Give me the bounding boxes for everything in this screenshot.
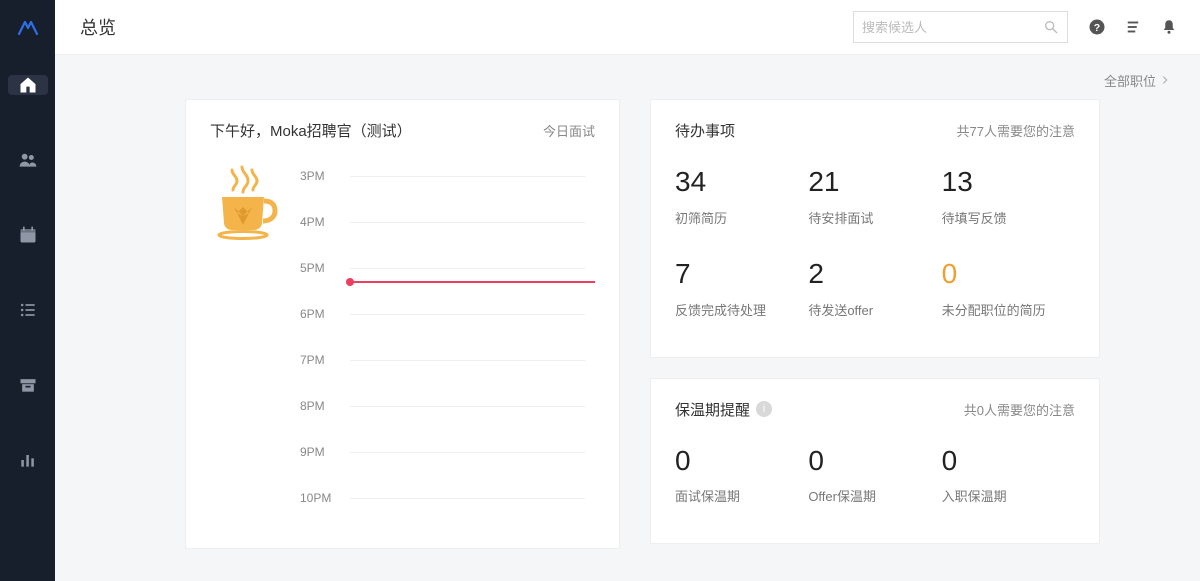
help-icon[interactable]: ?: [1088, 18, 1106, 36]
svg-text:?: ?: [1094, 22, 1100, 34]
time-slot: 3PM: [300, 153, 585, 199]
warm-stat-grid: 0面试保温期 0Offer保温期 0入职保温期: [675, 432, 1075, 524]
info-icon[interactable]: i: [756, 401, 772, 417]
timeline-scroll[interactable]: 3PM 4PM 5PM 6PM 7PM 8PM 9PM 10PM: [210, 153, 595, 523]
left-sidebar: [0, 55, 55, 581]
warm-summary[interactable]: 共0人需要您的注意: [964, 400, 1075, 419]
nav-list[interactable]: [8, 300, 48, 320]
timeline: 3PM 4PM 5PM 6PM 7PM 8PM 9PM 10PM: [300, 153, 585, 521]
coffee-illustration: [210, 165, 280, 240]
time-slot: 4PM: [300, 199, 585, 245]
stat-item[interactable]: 0入职保温期: [942, 432, 1075, 524]
time-slot: 9PM: [300, 429, 585, 475]
stat-item[interactable]: 0未分配职位的简历: [942, 245, 1075, 337]
today-interview-link[interactable]: 今日面试: [543, 121, 595, 140]
search-icon[interactable]: [1043, 19, 1059, 35]
stat-item[interactable]: 13待填写反馈: [942, 153, 1075, 245]
people-icon: [18, 150, 38, 170]
bell-icon[interactable]: [1160, 18, 1178, 36]
time-slot: 10PM: [300, 475, 585, 521]
nav-home[interactable]: [8, 75, 48, 95]
time-slot: 7PM: [300, 337, 585, 383]
top-header: 总览 ?: [0, 0, 1200, 55]
todo-stat-grid: 34初筛简历 21待安排面试 13待填写反馈 7反馈完成待处理 2待发送offe…: [675, 153, 1075, 337]
nav-calendar[interactable]: [8, 225, 48, 245]
home-icon: [18, 75, 38, 95]
greeting-card: 下午好，Moka招聘官（测试） 今日面试 3PM: [185, 99, 620, 549]
nav-people[interactable]: [8, 150, 48, 170]
time-slot: 6PM: [300, 291, 585, 337]
time-slot: 8PM: [300, 383, 585, 429]
main-content: 全部职位 下午好，Moka招聘官（测试） 今日面试: [55, 55, 1200, 581]
coffee-icon: [210, 165, 280, 240]
warm-title: 保温期提醒: [675, 399, 750, 420]
brand-logo[interactable]: [0, 0, 55, 55]
search-box[interactable]: [853, 11, 1068, 43]
stat-item[interactable]: 2待发送offer: [808, 245, 941, 337]
stat-item[interactable]: 0面试保温期: [675, 432, 808, 524]
current-time-line: [350, 281, 595, 283]
stat-item[interactable]: 34初筛简历: [675, 153, 808, 245]
logo-icon: [16, 15, 40, 39]
bar-chart-icon: [18, 450, 38, 470]
stat-item[interactable]: 21待安排面试: [808, 153, 941, 245]
menu-icon[interactable]: [1124, 18, 1142, 36]
header-icon-group: ?: [1088, 18, 1178, 36]
greeting-text: 下午好，Moka招聘官（测试）: [210, 120, 412, 141]
chevron-right-icon: [1160, 75, 1170, 85]
stat-item[interactable]: 7反馈完成待处理: [675, 245, 808, 337]
list-icon: [18, 300, 38, 320]
calendar-icon: [18, 225, 38, 245]
time-slot: 5PM: [300, 245, 585, 291]
page-title: 总览: [80, 14, 116, 40]
warm-card: 保温期提醒 i 共0人需要您的注意 0面试保温期 0Offer保温期 0入职保温…: [650, 378, 1100, 545]
todo-summary[interactable]: 共77人需要您的注意: [957, 121, 1075, 140]
content-toolbar: 全部职位: [185, 69, 1170, 91]
nav-stats[interactable]: [8, 450, 48, 470]
todo-card: 待办事项 共77人需要您的注意 34初筛简历 21待安排面试 13待填写反馈 7…: [650, 99, 1100, 358]
stat-item[interactable]: 0Offer保温期: [808, 432, 941, 524]
todo-title: 待办事项: [675, 120, 735, 141]
nav-archive[interactable]: [8, 375, 48, 395]
all-positions-label: 全部职位: [1104, 71, 1156, 90]
search-input[interactable]: [862, 20, 1043, 35]
all-positions-link[interactable]: 全部职位: [1104, 71, 1170, 90]
archive-icon: [18, 375, 38, 395]
